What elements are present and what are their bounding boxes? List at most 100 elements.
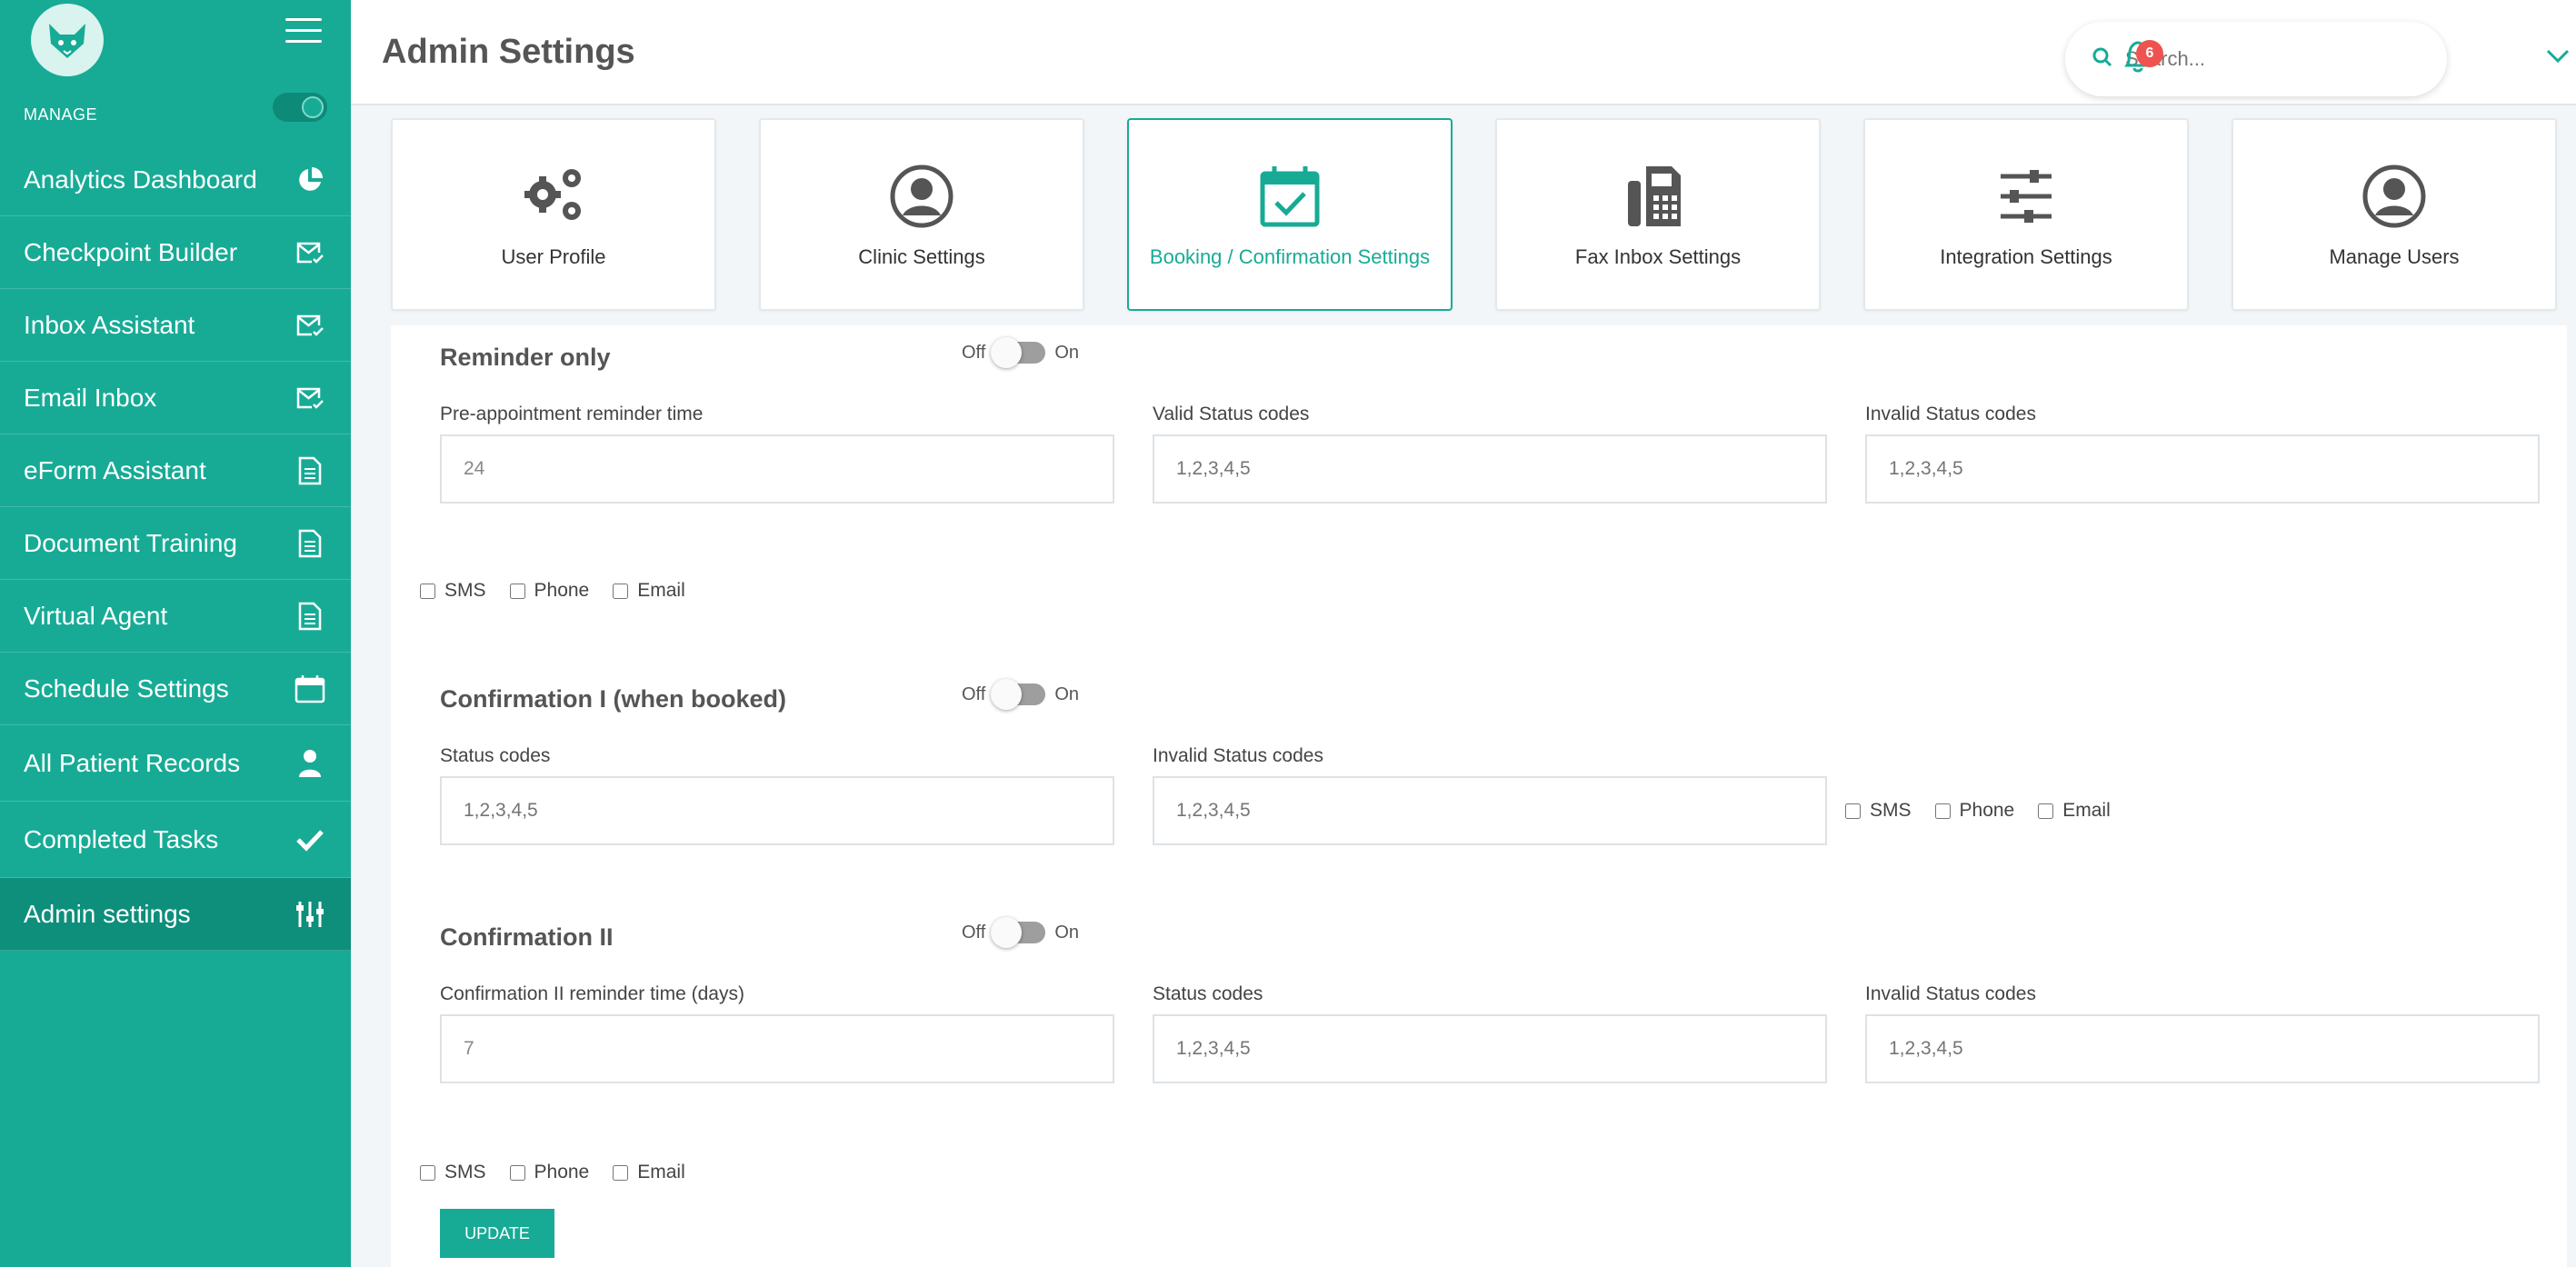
- document-icon: [295, 455, 325, 486]
- sms-checkbox[interactable]: SMS: [420, 1162, 486, 1183]
- manage-toggle[interactable]: [273, 93, 327, 122]
- sidebar-item-analytics-dashboard[interactable]: Analytics Dashboard: [0, 144, 351, 216]
- invalid-status-codes-input[interactable]: [1865, 434, 2540, 504]
- toggle-off-label: Off: [962, 922, 986, 943]
- toggle-on-label: On: [1054, 342, 1079, 363]
- sidebar-item-checkpoint-builder[interactable]: Checkpoint Builder: [0, 216, 351, 289]
- phone-checkbox[interactable]: Phone: [509, 1162, 589, 1183]
- section-title-confirmation-1: Confirmation I (when booked): [440, 685, 786, 713]
- sliders-icon: [1990, 160, 2062, 233]
- gears-icon: [517, 160, 590, 233]
- sidebar-item-label: Document Training: [24, 528, 238, 557]
- confirmation-1-channel-checkboxes: SMS Phone Email: [1845, 800, 2134, 822]
- tile-label: Booking / Confirmation Settings: [1149, 245, 1431, 268]
- status-codes-label: Status codes: [1153, 983, 1263, 1004]
- page-title: Admin Settings: [382, 33, 635, 71]
- invalid-status-codes-label: Invalid Status codes: [1153, 745, 1323, 766]
- tile-label: Manage Users: [2329, 245, 2460, 268]
- tile-integration-settings[interactable]: Integration Settings: [1863, 118, 2189, 311]
- toggle-switch[interactable]: [991, 679, 1046, 710]
- tile-manage-users[interactable]: Manage Users: [2232, 118, 2557, 311]
- sidebar-item-label: Completed Tasks: [24, 824, 219, 853]
- tile-label: Clinic Settings: [858, 245, 985, 268]
- reminder-toggle[interactable]: Off On: [962, 337, 1079, 368]
- sidebar: MANAGE Analytics Dashboard Checkpoint Bu…: [0, 0, 351, 1267]
- manage-label: MANAGE: [24, 105, 98, 124]
- reminder-channel-checkboxes: SMS Phone Email: [420, 580, 709, 602]
- phone-checkbox[interactable]: Phone: [1934, 800, 2014, 822]
- email-checkbox[interactable]: Email: [2038, 800, 2111, 822]
- sidebar-item-all-patient-records[interactable]: All Patient Records: [0, 725, 351, 802]
- toggle-switch[interactable]: [991, 337, 1046, 368]
- invalid-status-codes-input[interactable]: [1865, 1014, 2540, 1083]
- booking-settings-panel: Reminder only Off On Pre-appointment rem…: [391, 325, 2567, 1267]
- sidebar-item-schedule-settings[interactable]: Schedule Settings: [0, 653, 351, 725]
- sidebar-item-label: Schedule Settings: [24, 673, 229, 703]
- sms-checkbox[interactable]: SMS: [420, 580, 486, 602]
- confirmation-2-time-input[interactable]: [440, 1014, 1114, 1083]
- confirmation-2-toggle[interactable]: Off On: [962, 917, 1079, 948]
- invalid-status-codes-input[interactable]: [1153, 776, 1827, 845]
- mail-check-icon: [295, 310, 325, 341]
- email-checkbox[interactable]: Email: [613, 580, 685, 602]
- sidebar-item-document-training[interactable]: Document Training: [0, 507, 351, 580]
- toggle-on-label: On: [1054, 922, 1079, 943]
- tile-fax-inbox-settings[interactable]: Fax Inbox Settings: [1495, 118, 1821, 311]
- invalid-status-codes-label: Invalid Status codes: [1865, 404, 2036, 424]
- toggle-switch[interactable]: [991, 917, 1046, 948]
- sidebar-item-label: Inbox Assistant: [24, 310, 195, 339]
- update-button[interactable]: UPDATE: [440, 1209, 554, 1258]
- phone-checkbox[interactable]: Phone: [509, 580, 589, 602]
- fax-icon: [1622, 160, 1694, 233]
- checkmark-icon: [295, 824, 325, 855]
- status-codes-label: Status codes: [440, 745, 551, 766]
- toggle-on-label: On: [1054, 683, 1079, 704]
- sidebar-item-label: Analytics Dashboard: [24, 165, 257, 194]
- email-checkbox[interactable]: Email: [613, 1162, 685, 1183]
- sidebar-item-email-inbox[interactable]: Email Inbox: [0, 362, 351, 434]
- section-title-reminder-only: Reminder only: [440, 344, 611, 371]
- confirmation-2-channel-checkboxes: SMS Phone Email: [420, 1162, 709, 1183]
- mail-check-icon: [295, 383, 325, 414]
- sidebar-item-virtual-agent[interactable]: Virtual Agent: [0, 580, 351, 653]
- invalid-status-codes-label: Invalid Status codes: [1865, 983, 2036, 1004]
- calendar-icon: [295, 673, 325, 704]
- sidebar-item-label: Admin settings: [24, 899, 191, 928]
- status-codes-input[interactable]: [440, 776, 1114, 845]
- confirmation-1-toggle[interactable]: Off On: [962, 679, 1079, 710]
- sliders-icon: [295, 899, 325, 930]
- valid-status-codes-input[interactable]: [1153, 434, 1827, 504]
- status-codes-input[interactable]: [1153, 1014, 1827, 1083]
- sidebar-item-label: Checkpoint Builder: [24, 237, 238, 266]
- sidebar-item-completed-tasks[interactable]: Completed Tasks: [0, 802, 351, 878]
- sidebar-item-inbox-assistant[interactable]: Inbox Assistant: [0, 289, 351, 362]
- fox-logo-icon[interactable]: [31, 4, 104, 76]
- document-icon: [295, 528, 325, 559]
- pre-appointment-time-input[interactable]: [440, 434, 1114, 504]
- tile-user-profile[interactable]: User Profile: [391, 118, 716, 311]
- sidebar-item-admin-settings[interactable]: Admin settings: [0, 878, 351, 951]
- settings-tiles: User Profile Clinic Settings Booking / C…: [391, 118, 2576, 311]
- hamburger-menu-icon[interactable]: [285, 18, 322, 44]
- tile-label: Fax Inbox Settings: [1574, 245, 1742, 268]
- toggle-off-label: Off: [962, 683, 986, 704]
- chevron-down-icon[interactable]: [2545, 47, 2571, 65]
- sidebar-item-label: eForm Assistant: [24, 455, 206, 484]
- calendar-check-icon: [1253, 160, 1326, 233]
- sms-checkbox[interactable]: SMS: [1845, 800, 1912, 822]
- notification-badge: 6: [2136, 40, 2163, 67]
- tile-booking-confirmation-settings[interactable]: Booking / Confirmation Settings: [1127, 118, 1453, 311]
- pre-appointment-time-label: Pre-appointment reminder time: [440, 404, 704, 424]
- user-circle-icon: [2358, 160, 2431, 233]
- tile-label: Integration Settings: [1940, 245, 2112, 268]
- toggle-off-label: Off: [962, 342, 986, 363]
- sidebar-item-label: Email Inbox: [24, 383, 157, 412]
- search-input[interactable]: [2125, 47, 2416, 71]
- section-title-confirmation-2: Confirmation II: [440, 923, 614, 951]
- mail-check-icon: [295, 237, 325, 268]
- sidebar-item-eform-assistant[interactable]: eForm Assistant: [0, 434, 351, 507]
- sidebar-item-label: Virtual Agent: [24, 601, 168, 630]
- tile-clinic-settings[interactable]: Clinic Settings: [759, 118, 1084, 311]
- user-icon: [295, 748, 325, 779]
- top-header: Admin Settings: [351, 0, 2576, 105]
